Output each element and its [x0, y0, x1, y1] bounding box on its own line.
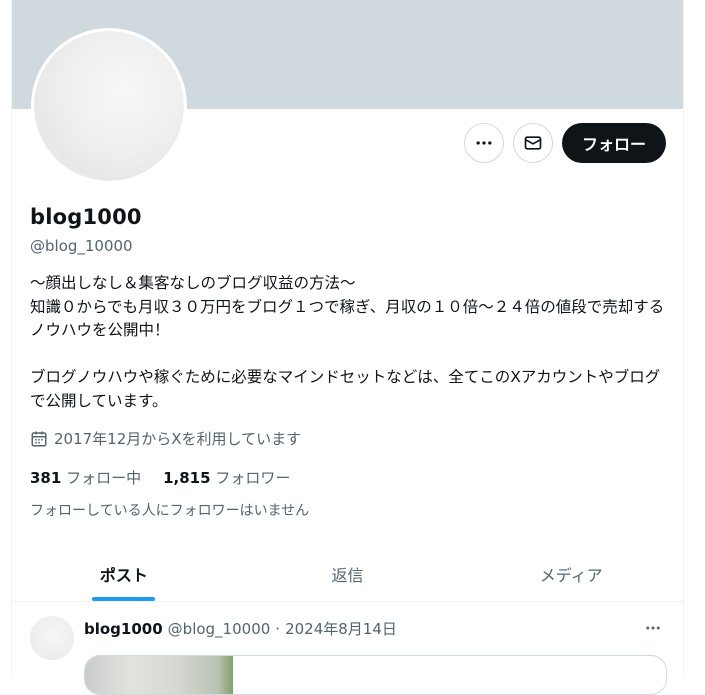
active-tab-indicator [92, 597, 156, 601]
tab-posts[interactable]: ポスト [12, 547, 236, 601]
following-label: フォロー中 [66, 469, 142, 487]
joined-date: 2017年12月からXを利用しています [30, 428, 301, 449]
post-media-card[interactable] [84, 655, 667, 695]
more-horizontal-icon [476, 141, 492, 145]
tab-replies[interactable]: 返信 [236, 547, 460, 601]
profile-bio: 〜顔出しなし＆集客なしのブログ収益の方法〜 知識０からでも月収３０万円をブログ１… [30, 274, 665, 410]
following-link[interactable]: 381 フォロー中 [30, 467, 141, 488]
profile-page: フォロー blog1000 @blog_10000 〜顔出しなし＆集客なしのブロ… [11, 0, 684, 695]
following-count: 381 [30, 469, 62, 487]
message-button[interactable] [513, 123, 553, 163]
more-button[interactable] [464, 123, 504, 163]
tab-media-label: メディア [539, 566, 603, 585]
joined-text: 2017年12月からXを利用しています [54, 430, 302, 448]
mail-icon [524, 136, 542, 150]
post-avatar[interactable] [30, 616, 74, 660]
post-author-handle[interactable]: @blog_10000 [168, 620, 271, 638]
followers-you-know-note: フォローしている人にフォロワーはいません [30, 503, 310, 519]
followers-count: 1,815 [163, 469, 211, 487]
post-date[interactable]: 2024年8月14日 [285, 618, 397, 639]
profile-handle: @blog_10000 [30, 237, 133, 255]
calendar-icon [31, 431, 47, 446]
tab-media[interactable]: メディア [459, 547, 683, 601]
tab-replies-label: 返信 [331, 566, 364, 585]
followers-label: フォロワー [215, 469, 291, 487]
post-header: blog1000 @blog_10000 · 2024年8月14日 [84, 618, 397, 639]
post-author-name[interactable]: blog1000 [84, 620, 163, 638]
tab-posts-label: ポスト [99, 566, 148, 585]
more-horizontal-icon [646, 626, 660, 630]
follow-stats: 381 フォロー中 1,815 フォロワー [30, 467, 290, 488]
profile-tabs: ポスト 返信 メディア [12, 547, 683, 602]
post-media-thumbnail [85, 656, 233, 694]
profile-avatar[interactable] [31, 28, 187, 184]
profile-actions: フォロー [464, 123, 666, 163]
avatar-image [34, 31, 184, 181]
followers-link[interactable]: 1,815 フォロワー [163, 467, 290, 488]
post-more-button[interactable] [641, 616, 665, 640]
profile-name: blog1000 [30, 205, 142, 229]
post-separator: · [275, 619, 281, 638]
follow-button[interactable]: フォロー [562, 123, 666, 163]
post-item[interactable]: blog1000 @blog_10000 · 2024年8月14日 [12, 602, 683, 695]
